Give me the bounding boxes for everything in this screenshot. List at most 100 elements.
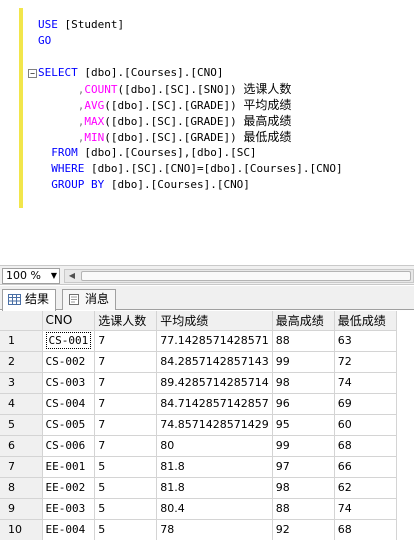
row-number[interactable]: 10 xyxy=(0,519,43,540)
table-cell[interactable]: 89.4285714285714 xyxy=(156,372,273,394)
row-number[interactable]: 9 xyxy=(0,498,43,520)
table-cell[interactable]: 68 xyxy=(334,519,397,540)
table-cell[interactable]: 77.1428571428571 xyxy=(156,330,273,352)
chevron-down-icon[interactable]: ▼ xyxy=(51,269,57,283)
table-row[interactable]: 6 CS-006 7 80 99 68 xyxy=(0,435,397,457)
table-cell[interactable]: 84.2857142857143 xyxy=(156,351,273,373)
row-number[interactable]: 5 xyxy=(0,414,43,436)
code-line[interactable]: ,COUNT([dbo].[SC].[SNO]) 选课人数 xyxy=(38,81,292,97)
table-row[interactable]: 2 CS-002 7 84.2857142857143 99 72 xyxy=(0,351,397,373)
column-header-max-grade[interactable]: 最高成绩 xyxy=(272,311,335,331)
table-cell[interactable]: 7 xyxy=(94,435,158,457)
tab-messages[interactable]: 消息 xyxy=(62,289,117,310)
table-cell[interactable]: 62 xyxy=(334,477,397,499)
tab-results[interactable]: 结果 xyxy=(2,289,57,311)
table-cell[interactable]: EE-004 xyxy=(42,519,96,540)
table-cell[interactable]: CS-004 xyxy=(42,393,96,415)
collapse-icon[interactable]: − xyxy=(28,69,37,78)
code-line[interactable]: FROM [dbo].[Courses],[dbo].[SC] xyxy=(38,145,256,161)
grid-icon xyxy=(8,294,21,305)
table-cell[interactable]: 98 xyxy=(272,477,335,499)
table-cell[interactable]: EE-003 xyxy=(42,498,96,520)
table-row[interactable]: 1 CS-001 7 77.1428571428571 88 63 xyxy=(0,330,397,352)
change-margin-indicator xyxy=(19,8,23,208)
table-row[interactable]: 10 EE-004 5 78 92 68 xyxy=(0,519,397,540)
results-grid[interactable]: CNO 选课人数 平均成绩 最高成绩 最低成绩 1 CS-001 7 77.14285… xyxy=(0,311,414,540)
table-cell[interactable]: 5 xyxy=(94,519,158,540)
table-cell[interactable]: 99 xyxy=(272,351,335,373)
table-cell[interactable]: 78 xyxy=(156,519,273,540)
row-number[interactable]: 3 xyxy=(0,372,43,394)
table-row[interactable]: 8 EE-002 5 81.8 98 62 xyxy=(0,477,397,499)
code-line[interactable]: ,MIN([dbo].[SC].[GRADE]) 最低成绩 xyxy=(38,129,292,145)
scrollbar-thumb[interactable] xyxy=(81,271,411,281)
table-row[interactable]: 7 EE-001 5 81.8 97 66 xyxy=(0,456,397,478)
table-cell[interactable]: CS-003 xyxy=(42,372,96,394)
table-cell[interactable]: 95 xyxy=(272,414,335,436)
table-cell[interactable]: 74 xyxy=(334,498,397,520)
row-number[interactable]: 6 xyxy=(0,435,43,457)
row-number[interactable]: 1 xyxy=(0,330,43,352)
table-cell[interactable]: 96 xyxy=(272,393,335,415)
code-token: [dbo].[SC].[CNO]=[dbo].[Courses].[CNO] xyxy=(84,162,343,175)
column-header-avg-grade[interactable]: 平均成绩 xyxy=(156,311,273,331)
code-line[interactable]: WHERE [dbo].[SC].[CNO]=[dbo].[Courses].[… xyxy=(38,161,343,177)
code-line[interactable]: USE [Student] xyxy=(38,17,124,33)
table-cell[interactable]: 5 xyxy=(94,456,158,478)
row-number[interactable]: 2 xyxy=(0,351,43,373)
table-cell[interactable]: EE-002 xyxy=(42,477,96,499)
table-cell[interactable]: 80.4 xyxy=(156,498,273,520)
table-cell[interactable]: 7 xyxy=(94,414,158,436)
table-cell[interactable]: 88 xyxy=(272,498,335,520)
table-cell[interactable]: CS-005 xyxy=(42,414,96,436)
query-editor[interactable]: USE [Student] GO − SELECT [dbo].[Courses].[… xyxy=(0,0,414,263)
table-cell[interactable]: CS-006 xyxy=(42,435,96,457)
code-line[interactable]: − SELECT [dbo].[Courses].[CNO] xyxy=(28,65,223,81)
table-row[interactable]: 9 EE-003 5 80.4 88 74 xyxy=(0,498,397,520)
table-row[interactable]: 3 CS-003 7 89.4285714285714 98 74 xyxy=(0,372,397,394)
table-row[interactable]: 5 CS-005 7 74.8571428571429 95 60 xyxy=(0,414,397,436)
code-line[interactable]: ,AVG([dbo].[SC].[GRADE]) 平均成绩 xyxy=(38,97,292,113)
table-cell[interactable]: 7 xyxy=(94,330,158,352)
scroll-left-arrow-icon[interactable]: ◀ xyxy=(65,270,79,282)
zoom-dropdown[interactable]: 100 % ▼ xyxy=(2,268,60,284)
horizontal-scrollbar[interactable]: ◀ xyxy=(64,269,414,283)
table-cell[interactable]: 63 xyxy=(334,330,397,352)
table-cell[interactable]: 66 xyxy=(334,456,397,478)
table-cell[interactable]: 84.7142857142857 xyxy=(156,393,273,415)
code-line[interactable]: GO xyxy=(38,33,51,49)
table-cell[interactable]: 74.8571428571429 xyxy=(156,414,273,436)
column-header-min-grade[interactable]: 最低成绩 xyxy=(334,311,397,331)
table-cell[interactable]: 7 xyxy=(94,393,158,415)
table-cell[interactable]: 5 xyxy=(94,498,158,520)
table-cell[interactable]: 80 xyxy=(156,435,273,457)
table-cell[interactable]: 88 xyxy=(272,330,335,352)
table-row[interactable]: 4 CS-004 7 84.7142857142857 96 69 xyxy=(0,393,397,415)
code-line[interactable]: GROUP BY [dbo].[Courses].[CNO] xyxy=(38,177,250,193)
table-cell[interactable]: CS-002 xyxy=(42,351,96,373)
corner-header[interactable] xyxy=(0,311,43,331)
table-cell[interactable]: 99 xyxy=(272,435,335,457)
table-cell[interactable]: 60 xyxy=(334,414,397,436)
table-cell[interactable]: 92 xyxy=(272,519,335,540)
row-number[interactable]: 7 xyxy=(0,456,43,478)
table-cell[interactable]: CS-001 xyxy=(42,330,96,352)
row-number[interactable]: 8 xyxy=(0,477,43,499)
table-cell[interactable]: 7 xyxy=(94,351,158,373)
column-header-student-count[interactable]: 选课人数 xyxy=(94,311,158,331)
table-cell[interactable]: 98 xyxy=(272,372,335,394)
table-cell[interactable]: EE-001 xyxy=(42,456,96,478)
column-header-cno[interactable]: CNO xyxy=(42,311,96,331)
table-cell[interactable]: 7 xyxy=(94,372,158,394)
table-cell[interactable]: 81.8 xyxy=(156,456,273,478)
table-cell[interactable]: 5 xyxy=(94,477,158,499)
table-cell[interactable]: 97 xyxy=(272,456,335,478)
table-cell[interactable]: 74 xyxy=(334,372,397,394)
table-cell[interactable]: 68 xyxy=(334,435,397,457)
row-number[interactable]: 4 xyxy=(0,393,43,415)
code-line[interactable]: ,MAX([dbo].[SC].[GRADE]) 最高成绩 xyxy=(38,113,292,129)
table-cell[interactable]: 69 xyxy=(334,393,397,415)
table-cell[interactable]: 81.8 xyxy=(156,477,273,499)
code-token: , xyxy=(38,83,85,96)
table-cell[interactable]: 72 xyxy=(334,351,397,373)
